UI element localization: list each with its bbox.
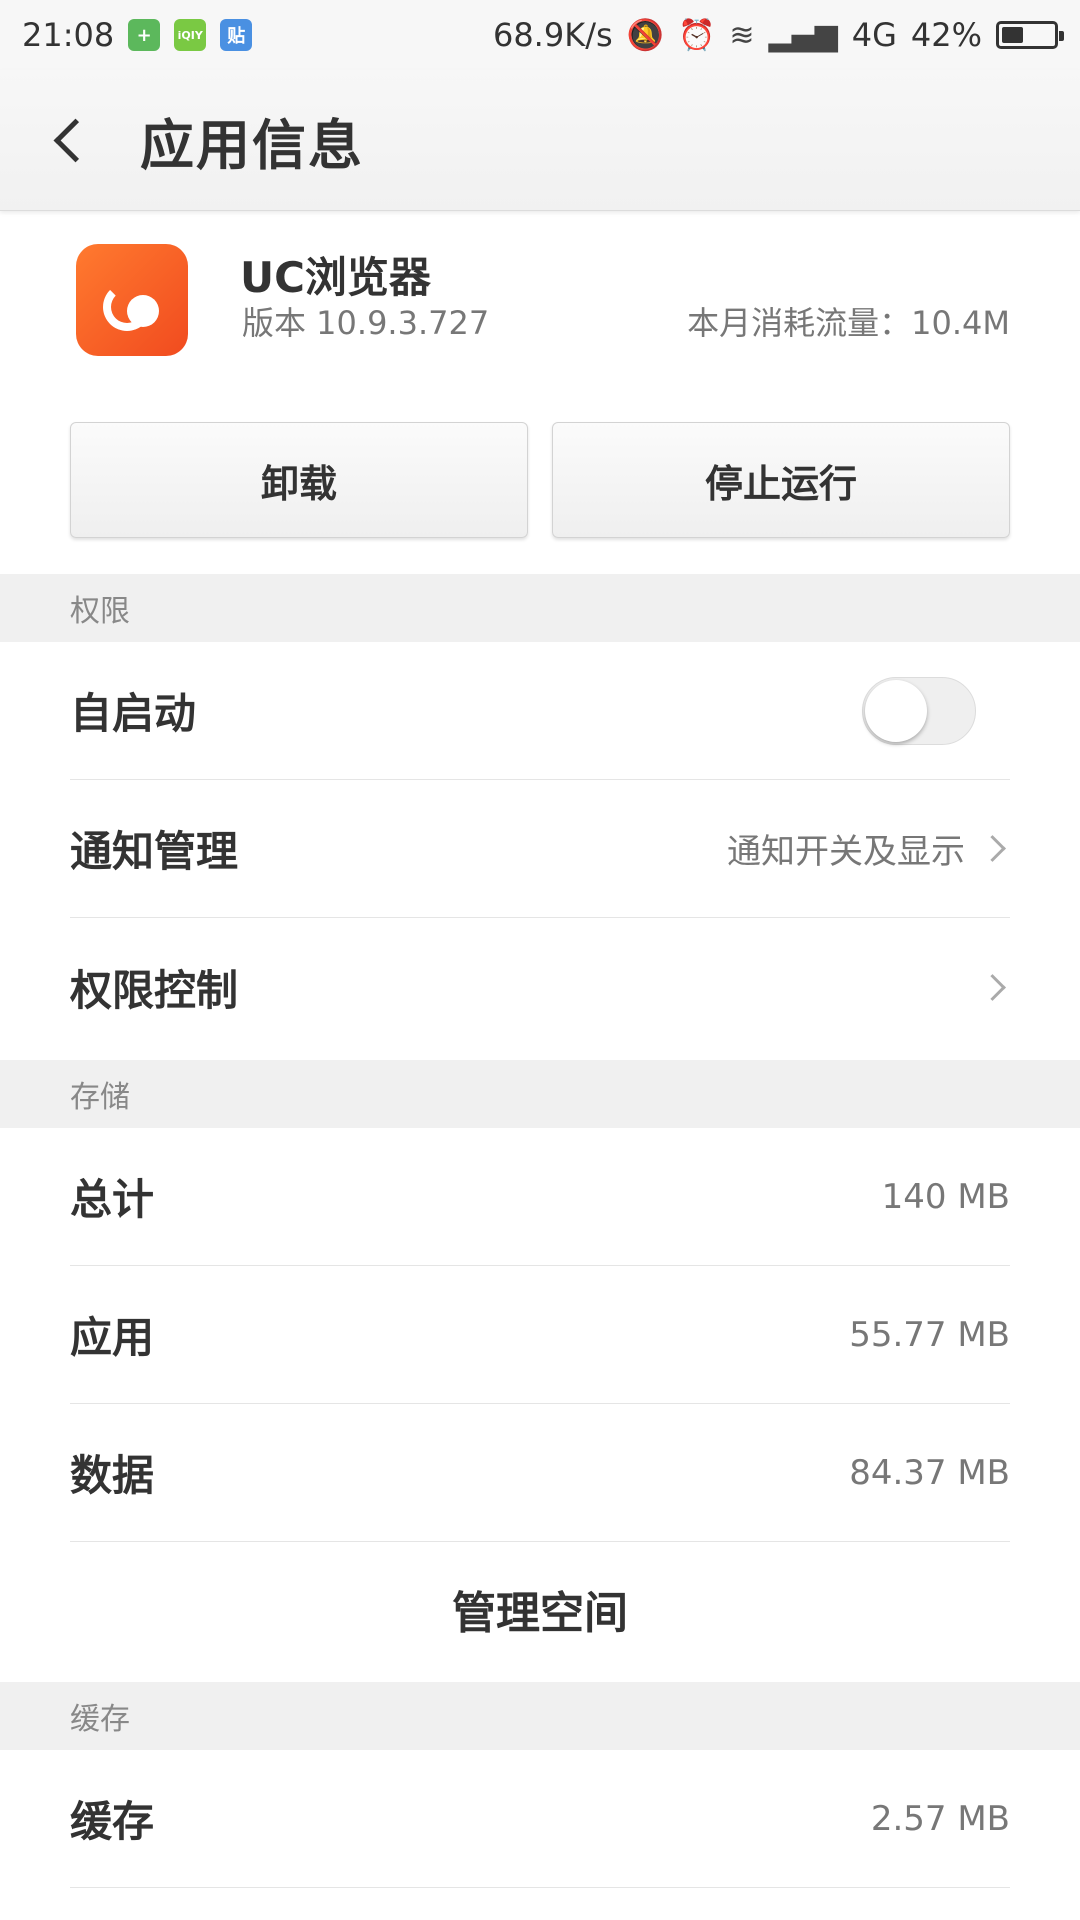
- storage-app-value: 55.77 MB: [849, 1314, 1010, 1355]
- cache-label: 缓存: [70, 1797, 155, 1846]
- force-stop-button[interactable]: 停止运行: [552, 422, 1010, 538]
- wifi-icon: ≋: [729, 17, 755, 53]
- chevron-right-icon: [979, 835, 1006, 862]
- back-button[interactable]: [20, 70, 120, 210]
- auto-start-toggle[interactable]: [862, 676, 976, 745]
- cache-row[interactable]: 缓存 2.57 MB: [70, 1750, 1010, 1888]
- signal-icon: ▂▄▆: [768, 17, 838, 53]
- iqiyi-app-icon: iQIY: [174, 19, 207, 51]
- chevron-right-icon: [979, 973, 1006, 1001]
- battery-icon: [996, 21, 1064, 49]
- app-version: 版本 10.9.3.727: [242, 304, 490, 342]
- cache-value: 2.57 MB: [870, 1798, 1010, 1839]
- notification-management-right: 通知开关及显示: [727, 824, 1010, 873]
- status-bar-left: 21:08 + iQIY 贴: [22, 16, 253, 54]
- battery-percent: 42%: [910, 16, 982, 54]
- storage-total-label: 总计: [70, 1175, 155, 1224]
- auto-start-row: 自启动: [70, 642, 1010, 780]
- uninstall-button[interactable]: 卸载: [70, 422, 528, 538]
- monthly-traffic: 本月消耗流量：10.4M: [687, 304, 1010, 342]
- status-bar-right: 68.9K/s 🔕 ⏰ ≋ ▂▄▆ 4G 42%: [492, 16, 1064, 54]
- tieba-app-icon: 贴: [220, 19, 253, 51]
- manage-space-button[interactable]: 管理空间: [0, 1542, 1080, 1676]
- notification-management-row[interactable]: 通知管理 通知开关及显示: [70, 780, 1010, 918]
- storage-section-header: 存储: [0, 1060, 1080, 1128]
- permission-control-row[interactable]: 权限控制: [70, 918, 1010, 1056]
- status-bar: 21:08 + iQIY 贴 68.9K/s 🔕 ⏰ ≋ ▂▄▆ 4G 42%: [0, 0, 1080, 70]
- network-type: 4G: [851, 16, 897, 54]
- storage-data-value: 84.37 MB: [849, 1452, 1010, 1493]
- notification-management-value: 通知开关及显示: [727, 832, 965, 872]
- auto-start-label: 自启动: [70, 689, 197, 738]
- shield-app-icon: +: [128, 19, 161, 51]
- app-name: UC浏览器: [240, 253, 431, 302]
- storage-data-row: 数据 84.37 MB: [70, 1404, 1010, 1542]
- mute-icon: 🔕: [626, 17, 664, 53]
- battery-level: [1002, 27, 1023, 43]
- clock: 21:08: [22, 16, 115, 54]
- permissions-section-header: 权限: [0, 574, 1080, 642]
- app-header: UC浏览器 版本 10.9.3.727 本月消耗流量：10.4M: [0, 212, 1080, 422]
- permission-control-label: 权限控制: [70, 965, 239, 1015]
- uc-browser-app-icon: [76, 244, 188, 356]
- app-bar: 应用信息: [0, 70, 1080, 211]
- notification-management-label: 通知管理: [70, 827, 239, 876]
- squirrel-logo-icon: [97, 265, 167, 335]
- storage-total-value: 140 MB: [881, 1176, 1010, 1217]
- network-speed: 68.9K/s: [492, 16, 613, 54]
- storage-app-row: 应用 55.77 MB: [70, 1266, 1010, 1404]
- toggle-knob: [865, 679, 927, 742]
- back-arrow-icon: [53, 118, 97, 162]
- storage-total-row: 总计 140 MB: [70, 1128, 1010, 1266]
- storage-data-label: 数据: [70, 1451, 155, 1500]
- cache-section-header: 缓存: [0, 1682, 1080, 1750]
- alarm-icon: ⏰: [678, 17, 716, 53]
- page-title: 应用信息: [140, 113, 364, 177]
- storage-app-label: 应用: [70, 1313, 155, 1362]
